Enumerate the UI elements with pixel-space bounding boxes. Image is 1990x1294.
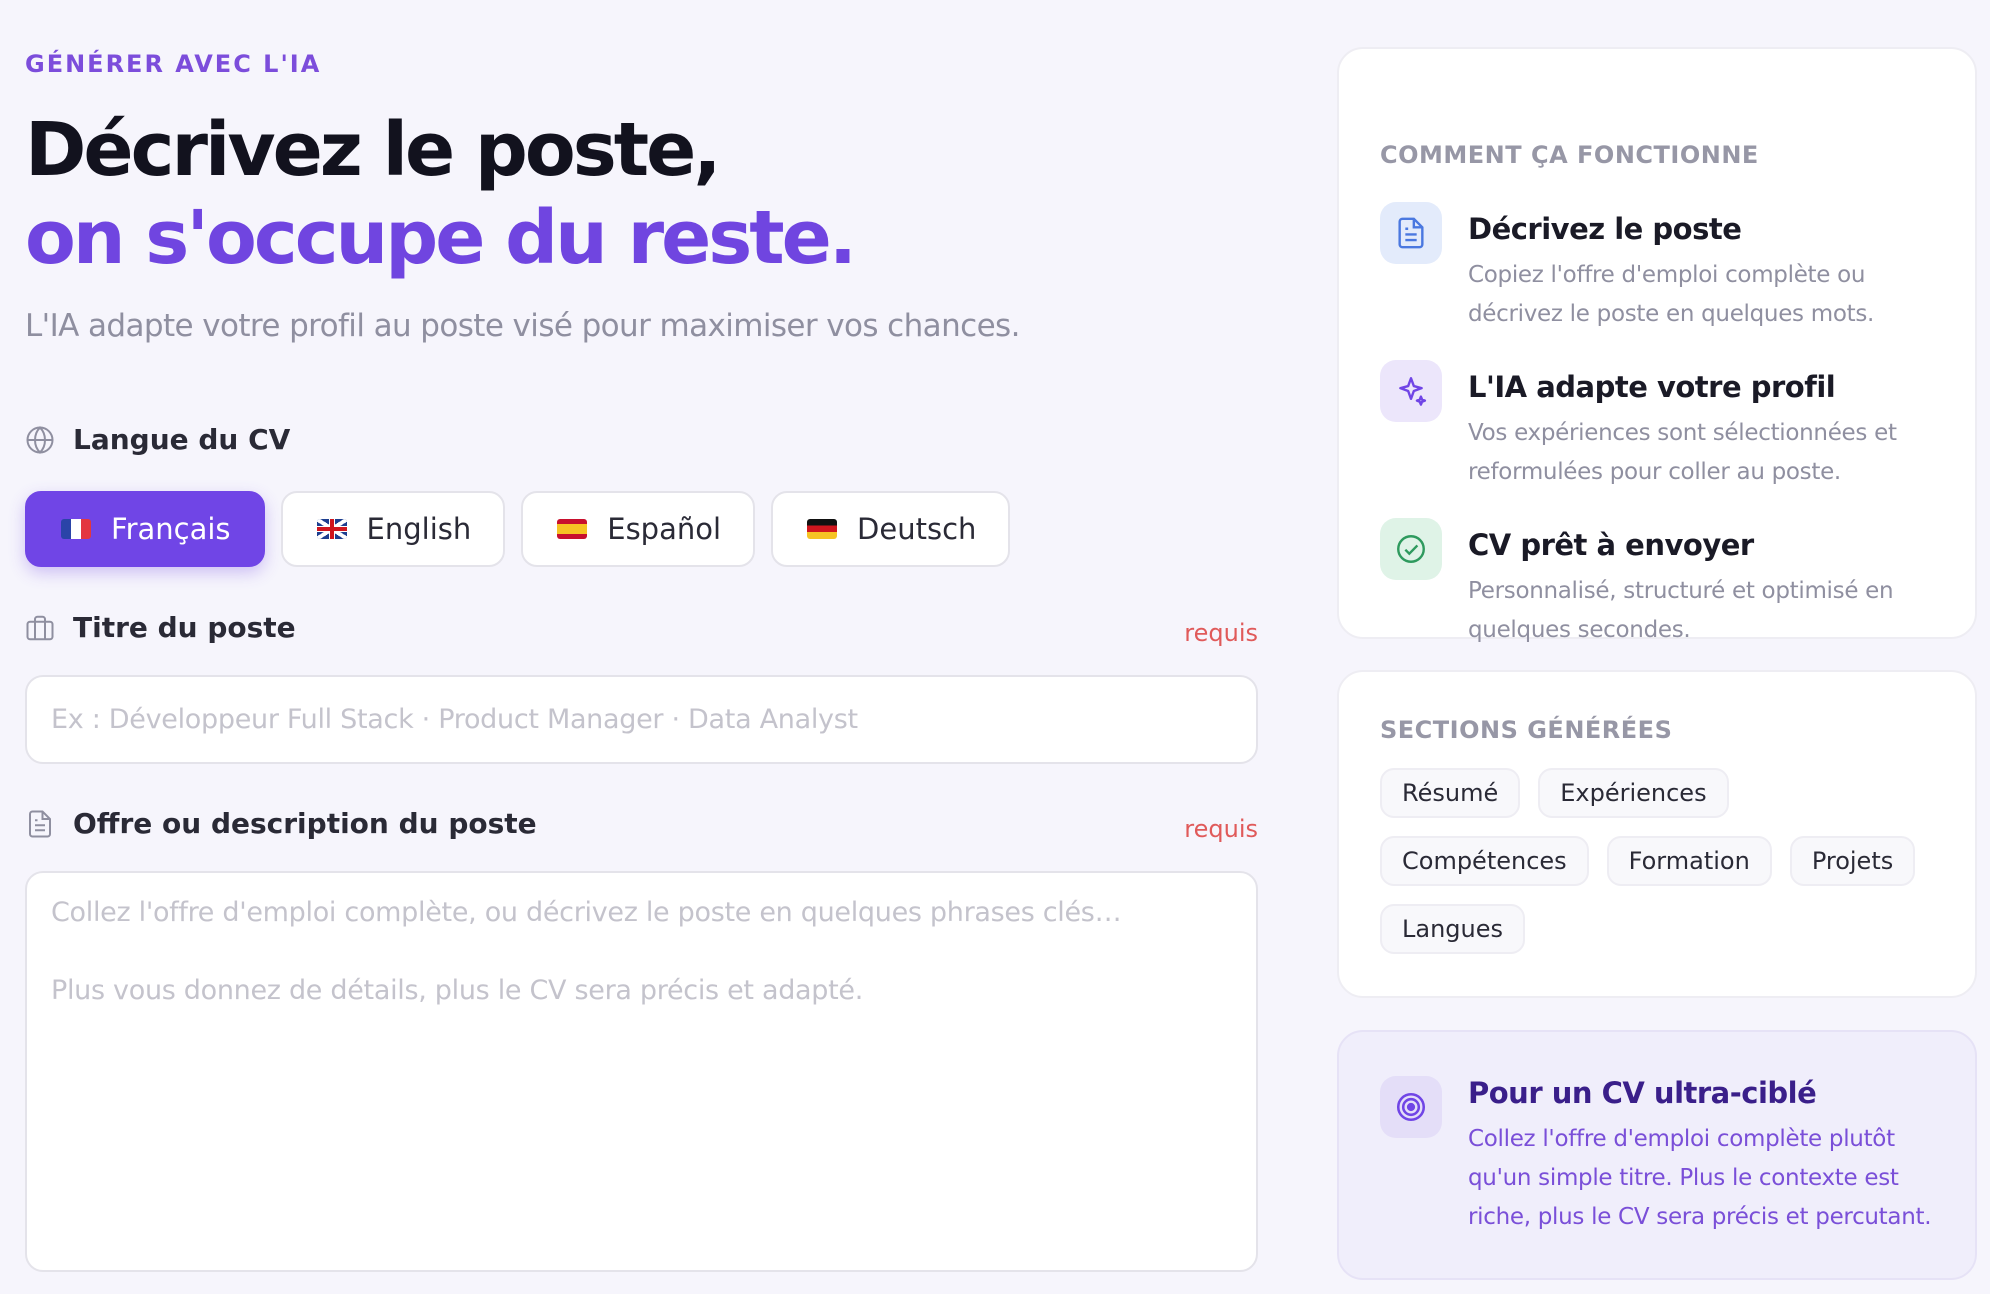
language-option-de[interactable]: Deutsch [771,491,1011,567]
job-title-placeholder: Ex : Développeur Full Stack · Product Ma… [51,704,858,735]
page-title-line2: on s'occupe du reste. [25,195,857,281]
job-description-textarea[interactable]: Collez l'offre d'emploi complète, ou déc… [25,871,1258,1272]
document-icon [1398,217,1424,249]
flag-es-icon [557,519,588,539]
section-chip: Langues [1380,904,1526,954]
globe-icon [26,425,54,454]
section-chip: Compétences [1380,836,1589,886]
language-option-label: Français [111,512,231,546]
language-selector: Français English Español Deutsch [25,491,1011,567]
job-description-placeholder-2: Plus vous donnez de détails, plus le CV … [51,975,863,1006]
eyebrow: GÉNÉRER AVEC L'IA [25,50,322,78]
step-desc: Personnalisé, structuré et optimisé en q… [1468,578,1894,643]
job-description-label: Offre ou description du poste [25,807,537,840]
job-description-placeholder-1: Collez l'offre d'emploi complète, ou déc… [51,897,1122,928]
step-title: Décrivez le poste [1468,212,1742,246]
job-description-label-text: Offre ou description du poste [73,807,537,840]
language-label-text: Langue du CV [73,423,291,456]
step-title: CV prêt à envoyer [1468,528,1754,562]
flag-gb-icon [316,519,347,539]
how-it-works-title: COMMENT ÇA FONCTIONNE [1380,141,1759,169]
job-description-required: requis [1184,815,1258,843]
tip-icon-wrap [1380,1076,1442,1138]
page: GÉNÉRER AVEC L'IA Décrivez le poste, on … [0,0,1990,1294]
tip-title: Pour un CV ultra-ciblé [1468,1076,1817,1110]
language-option-en[interactable]: English [280,491,506,567]
section-chip: Formation [1606,836,1772,886]
check-circle-icon [1397,535,1425,563]
page-subtitle: L'IA adapte votre profil au poste visé p… [25,308,1020,344]
language-option-label: Español [607,512,722,546]
job-title-input[interactable]: Ex : Développeur Full Stack · Product Ma… [25,675,1258,764]
document-icon [29,810,51,837]
target-icon [1396,1092,1426,1122]
page-title-line1: Décrivez le poste, [25,107,721,193]
how-it-works-card: COMMENT ÇA FONCTIONNE Décrivez le poste … [1337,47,1977,643]
job-title-label: Titre du poste [25,611,296,644]
section-chip: Projets [1789,836,1916,886]
generated-sections-title: SECTIONS GÉNÉRÉES [1380,716,1673,744]
language-option-fr[interactable]: Français [25,491,265,567]
step-desc: Copiez l'offre d'emploi complète ou décr… [1468,262,1875,327]
briefcase-icon [26,615,54,640]
language-label: Langue du CV [25,423,290,456]
flag-de-icon [807,519,838,539]
tip-desc: Collez l'offre d'emploi complète plutôt … [1468,1126,1932,1230]
job-title-required: requis [1184,619,1258,647]
step-icon-wrap [1380,202,1442,264]
language-option-label: Deutsch [857,512,977,546]
flag-fr-icon [61,519,91,539]
step-title: L'IA adapte votre profil [1468,370,1836,404]
job-title-label-text: Titre du poste [73,611,296,644]
generated-sections-card: SECTIONS GÉNÉRÉES Résumé Expériences Com… [1337,670,1977,998]
language-option-es[interactable]: Español [521,491,756,567]
sparkle-icon [1399,377,1427,406]
language-option-label: English [366,512,472,546]
step-desc: Vos expériences sont sélectionnées et re… [1468,420,1897,485]
step-icon-wrap [1380,518,1442,580]
section-chips: Résumé Expériences Compétences Formation… [1380,768,1940,954]
tip-card: Pour un CV ultra-ciblé Collez l'offre d'… [1337,1030,1977,1280]
step-icon-wrap [1380,360,1442,422]
section-chip: Expériences [1538,768,1729,818]
section-chip: Résumé [1380,768,1521,818]
